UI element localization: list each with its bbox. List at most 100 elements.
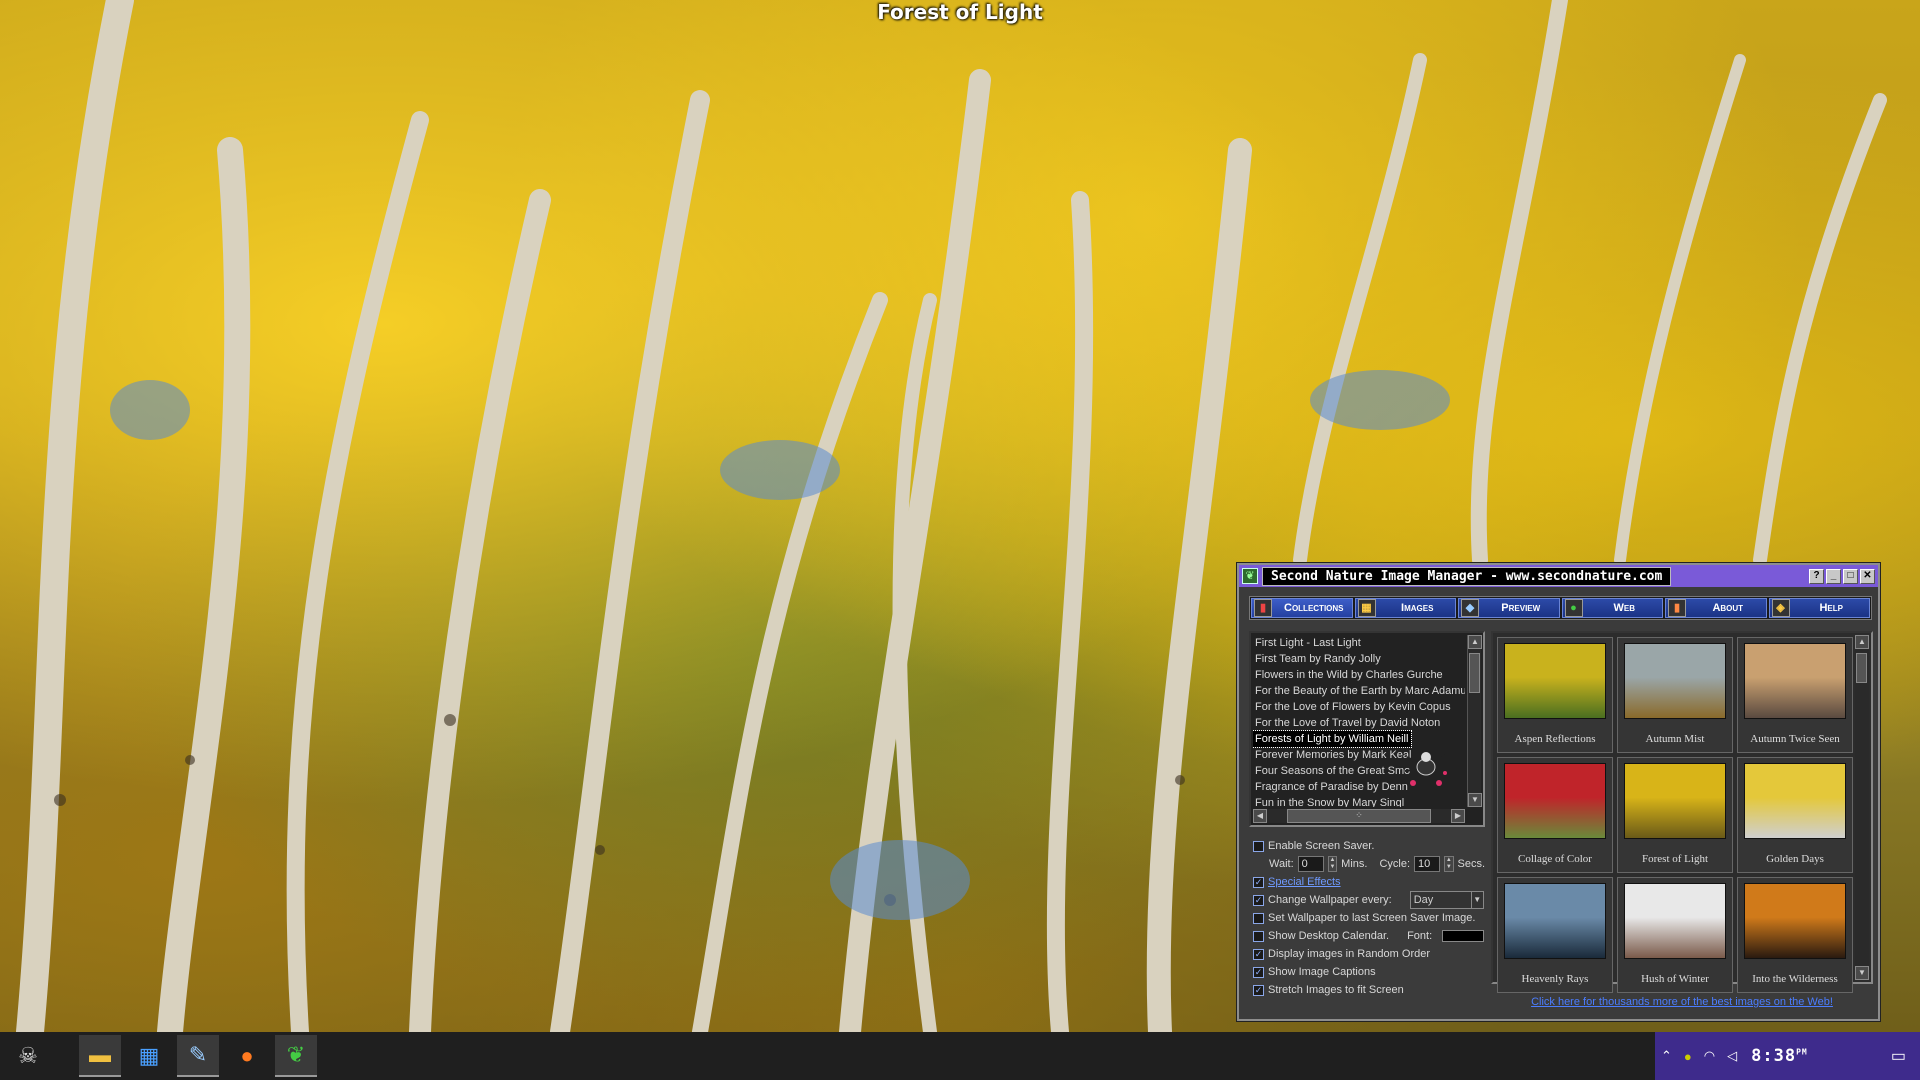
- wait-input[interactable]: 0: [1297, 856, 1324, 872]
- network-status-icon[interactable]: ●: [1684, 1049, 1692, 1064]
- list-item[interactable]: First Light - Last Light: [1253, 635, 1465, 651]
- tab-label: Preview: [1501, 602, 1541, 614]
- desktop-calendar-label: Show Desktop Calendar.: [1268, 930, 1390, 942]
- file-explorer-icon[interactable]: ▬: [79, 1035, 121, 1077]
- tab-collections[interactable]: ▮ Collections: [1251, 598, 1353, 618]
- stretch-images-label: Stretch Images to fit Screen: [1268, 984, 1404, 996]
- list-vertical-scrollbar[interactable]: ▲ ▼: [1467, 635, 1482, 807]
- wallpaper-interval-select[interactable]: Day ▼: [1409, 891, 1484, 909]
- thumbnail-image: [1624, 763, 1726, 839]
- tab-about[interactable]: ▮ About: [1665, 598, 1767, 618]
- mins-label: Mins.: [1341, 858, 1368, 870]
- scroll-up-icon[interactable]: ▲: [1468, 635, 1482, 649]
- tab-help[interactable]: ◈ Help: [1768, 598, 1870, 618]
- scroll-thumb[interactable]: ⁘: [1287, 809, 1431, 823]
- list-item[interactable]: For the Beauty of the Earth by Marc Adam…: [1253, 683, 1465, 699]
- screen-saver-checkbox[interactable]: [1253, 840, 1264, 852]
- thumbnail[interactable]: Aspen Reflections: [1497, 637, 1613, 753]
- scroll-thumb[interactable]: [1856, 653, 1867, 683]
- thumbnail-caption: Autumn Twice Seen: [1750, 733, 1840, 745]
- random-order-label: Display images in Random Order: [1268, 948, 1431, 960]
- scroll-down-icon[interactable]: ▼: [1468, 793, 1482, 807]
- clock-ampm: PM: [1796, 1047, 1808, 1057]
- system-tray: ⌃ ● ◠ ◁ 8:38PM ▭: [1655, 1032, 1920, 1080]
- thumbnail-caption: Golden Days: [1766, 853, 1824, 865]
- scroll-up-icon[interactable]: ▲: [1855, 635, 1869, 649]
- tab-web[interactable]: ● Web: [1561, 598, 1663, 618]
- maximize-button[interactable]: □: [1843, 568, 1858, 584]
- paint-icon[interactable]: ✎: [177, 1035, 219, 1077]
- list-item[interactable]: For the Love of Flowers by Kevin Copus: [1253, 699, 1465, 715]
- cycle-input[interactable]: 10: [1414, 856, 1441, 872]
- list-item[interactable]: Flowers in the Wild by Charles Gurche: [1253, 667, 1465, 683]
- list-item-selected[interactable]: Forests of Light by William Neill: [1253, 730, 1413, 748]
- window-title: Second Nature Image Manager - www.second…: [1262, 566, 1672, 586]
- wait-spinner[interactable]: ▲ ▼: [1327, 856, 1338, 872]
- thumbnail[interactable]: Autumn Mist: [1617, 637, 1733, 753]
- cube-icon: ◆: [1461, 599, 1479, 617]
- tab-label: Collections: [1284, 602, 1344, 614]
- change-wallpaper-checkbox[interactable]: ✓: [1253, 894, 1264, 906]
- thumbnail[interactable]: Golden Days: [1737, 757, 1853, 873]
- wait-label: Wait:: [1269, 858, 1294, 870]
- volume-icon[interactable]: ◁: [1727, 1048, 1737, 1064]
- random-order-checkbox[interactable]: ✓: [1253, 948, 1264, 960]
- thumbnail-image: [1624, 883, 1726, 959]
- tab-label: Web: [1613, 602, 1636, 614]
- taskbar: ☠ ▬ ▦ ✎ ● ❦ ⌃ ● ◠ ◁ 8:38PM ▭: [0, 1032, 1920, 1080]
- scroll-thumb[interactable]: [1469, 653, 1480, 693]
- firefox-icon[interactable]: ●: [226, 1035, 268, 1077]
- thumbnail[interactable]: Heavenly Rays: [1497, 877, 1613, 993]
- tab-preview[interactable]: ◆ Preview: [1458, 598, 1560, 618]
- store-icon[interactable]: ▦: [128, 1035, 170, 1077]
- notification-icon[interactable]: ▭: [1891, 1046, 1906, 1066]
- grid-icon: ▦: [1357, 599, 1376, 617]
- clock[interactable]: 8:38PM: [1751, 1046, 1808, 1066]
- desktop-calendar-checkbox[interactable]: [1253, 930, 1264, 942]
- chevron-up-icon[interactable]: ⌃: [1661, 1048, 1672, 1064]
- thumbnail-caption: Collage of Color: [1518, 853, 1592, 865]
- thumbnail[interactable]: Into the Wilderness: [1737, 877, 1853, 993]
- thumbnail-caption: Heavenly Rays: [1521, 973, 1589, 985]
- thumbnail[interactable]: Forest of Light: [1617, 757, 1733, 873]
- scroll-down-icon[interactable]: ▼: [1855, 966, 1869, 980]
- thumbnail-caption: Hush of Winter: [1641, 973, 1709, 985]
- list-item[interactable]: First Team by Randy Jolly: [1253, 651, 1465, 667]
- thumbnail[interactable]: Collage of Color: [1497, 757, 1613, 873]
- thumbnail-caption: Autumn Mist: [1645, 733, 1705, 745]
- second-nature-icon[interactable]: ❦: [275, 1035, 317, 1077]
- clock-time: 8:38: [1751, 1046, 1797, 1066]
- special-effects-checkbox[interactable]: ✓: [1253, 876, 1264, 888]
- thumbnail[interactable]: Autumn Twice Seen: [1737, 637, 1853, 753]
- thumbnail-image: [1504, 883, 1606, 959]
- list-item[interactable]: For the Love of Travel by David Noton: [1253, 715, 1465, 731]
- help-window-button[interactable]: ?: [1809, 568, 1824, 584]
- thumbnail-image: [1504, 763, 1606, 839]
- cycle-spinner[interactable]: ▲ ▼: [1444, 856, 1454, 872]
- title-bar[interactable]: ❦ Second Nature Image Manager - www.seco…: [1239, 565, 1878, 587]
- screensaver-options: Enable Screen Saver. Wait: 0 ▲ ▼ Mins. Cy…: [1249, 837, 1485, 1017]
- scroll-right-icon[interactable]: ▶: [1451, 809, 1465, 823]
- scroll-left-icon[interactable]: ◀: [1253, 809, 1267, 823]
- info-book-icon: ▮: [1668, 599, 1686, 617]
- font-color-swatch[interactable]: [1442, 930, 1485, 942]
- screen-saver-label: Enable Screen Saver.: [1268, 840, 1375, 852]
- show-captions-checkbox[interactable]: ✓: [1253, 966, 1264, 978]
- special-effects-link[interactable]: Special Effects: [1268, 876, 1341, 888]
- wifi-icon[interactable]: ◠: [1704, 1048, 1715, 1064]
- thumbnail-image: [1744, 883, 1846, 959]
- thumbnail[interactable]: Hush of Winter: [1617, 877, 1733, 993]
- close-button[interactable]: ✕: [1860, 568, 1875, 584]
- skull-icon[interactable]: ☠: [7, 1035, 49, 1077]
- tab-images[interactable]: ▦ Images: [1354, 598, 1456, 618]
- tab-bar: ▮ Collections ▦ Images ◆ Preview ● Web ▮…: [1249, 596, 1872, 620]
- minimize-button[interactable]: _: [1826, 568, 1841, 584]
- stretch-images-checkbox[interactable]: ✓: [1253, 984, 1264, 996]
- wallpaper-caption: Forest of Light: [877, 0, 1043, 24]
- more-images-link[interactable]: Click here for thousands more of the bes…: [1491, 996, 1873, 1008]
- list-item[interactable]: Fun in the Snow by Mary Singl: [1253, 795, 1465, 807]
- thumbnail-scrollbar[interactable]: ▲ ▼: [1855, 635, 1869, 980]
- set-wallpaper-checkbox[interactable]: [1253, 912, 1264, 924]
- tab-label: Help: [1819, 602, 1843, 614]
- list-horizontal-scrollbar[interactable]: ◀ ⁘ ▶: [1253, 809, 1465, 823]
